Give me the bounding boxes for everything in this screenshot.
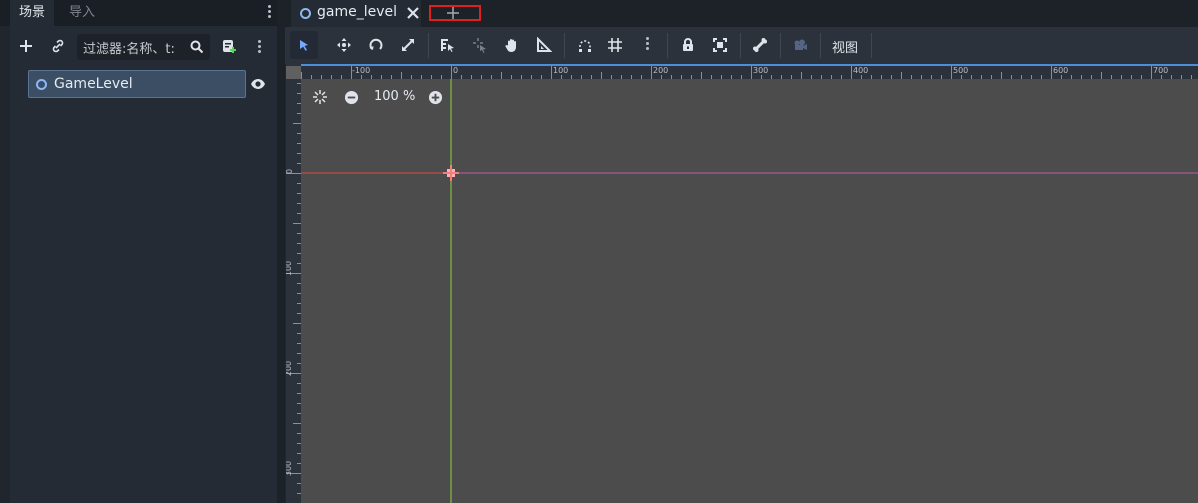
- scale-icon[interactable]: [399, 36, 417, 54]
- canvas-axes: [301, 79, 1198, 503]
- ruler-label: 700: [1153, 66, 1169, 75]
- select-icon[interactable]: [290, 31, 318, 59]
- toolbar-separator: [564, 33, 565, 58]
- ruler-vertical[interactable]: [286, 64, 301, 503]
- move-icon[interactable]: [335, 36, 353, 54]
- close-icon[interactable]: [405, 5, 421, 21]
- lock-icon[interactable]: [679, 36, 697, 54]
- rotate-icon[interactable]: [367, 36, 385, 54]
- ruler-label: 200: [286, 360, 294, 377]
- smart-snap-icon[interactable]: [576, 36, 594, 54]
- ruler-label: 100: [553, 66, 569, 75]
- toolbar-separator: [871, 33, 872, 58]
- ruler-corner: [286, 66, 301, 79]
- tab-label: game_level: [317, 4, 398, 20]
- more-vertical-icon[interactable]: [258, 40, 261, 43]
- camera-icon[interactable]: [791, 36, 809, 54]
- toolbar-separator: [780, 33, 781, 58]
- node2d-circle-icon: [300, 8, 311, 19]
- ruler-label: 0: [286, 169, 294, 174]
- ruler-label: 300: [286, 460, 294, 477]
- more-vertical-icon[interactable]: [646, 37, 649, 40]
- canvas-viewport[interactable]: -100 0 100 200 300 400 500 600 700 0 100…: [286, 64, 1198, 503]
- toolbar-separator: [428, 33, 429, 58]
- dock-tabs: 场景 导入: [0, 0, 277, 26]
- canvas-toolbar: [285, 27, 1198, 64]
- search-icon: [188, 38, 206, 56]
- dock-splitter[interactable]: [277, 0, 285, 503]
- ruler-label: 100: [286, 260, 294, 277]
- ruler-label: 600: [1053, 66, 1069, 75]
- bone-icon[interactable]: [751, 36, 769, 54]
- origin-marker: [443, 165, 459, 181]
- zoom-out-icon[interactable]: [343, 89, 359, 105]
- plus-icon[interactable]: [17, 37, 35, 55]
- eye-icon[interactable]: [250, 76, 266, 92]
- add-scene-tab-button[interactable]: [429, 5, 481, 21]
- attach-script-icon[interactable]: [220, 37, 238, 55]
- list-select-icon[interactable]: [438, 36, 456, 54]
- tab-game-level[interactable]: game_level: [291, 0, 421, 27]
- plus-icon: [447, 7, 459, 19]
- pivot-icon[interactable]: [471, 36, 489, 54]
- ruler-icon[interactable]: [535, 36, 553, 54]
- tree-item-label: GameLevel: [54, 76, 133, 92]
- ruler-label: -100: [352, 66, 371, 75]
- node2d-circle-icon: [36, 79, 47, 90]
- center-view-icon[interactable]: [311, 89, 329, 105]
- dock-menu-icon[interactable]: [268, 5, 271, 8]
- ruler-label: 200: [653, 66, 669, 75]
- filter-input[interactable]: 过滤器:名称、t:: [77, 34, 210, 60]
- zoom-level[interactable]: 100 %: [374, 89, 415, 104]
- toolbar-separator: [820, 33, 821, 58]
- ruler-label: 300: [753, 66, 769, 75]
- view-menu[interactable]: 视图: [832, 37, 858, 56]
- toolbar-separator: [740, 33, 741, 58]
- scene-tree: [10, 66, 277, 503]
- group-icon[interactable]: [711, 36, 729, 54]
- filter-placeholder: 过滤器:名称、t:: [83, 42, 175, 57]
- tab-import[interactable]: 导入: [60, 0, 104, 26]
- ruler-label: 400: [853, 66, 869, 75]
- link-icon[interactable]: [49, 37, 67, 55]
- tab-scene[interactable]: 场景: [10, 0, 55, 26]
- zoom-in-icon[interactable]: [427, 89, 443, 105]
- grid-snap-icon[interactable]: [606, 36, 624, 54]
- scene-dock: 场景 导入 过滤器:名称、t: GameLevel: [0, 0, 277, 503]
- pan-icon[interactable]: [503, 36, 521, 54]
- ruler-label: 0: [453, 66, 459, 75]
- tree-item-gamelevel[interactable]: GameLevel: [28, 70, 246, 98]
- scene-tabs-bar: game_level: [285, 0, 1198, 27]
- toolbar-separator: [667, 33, 668, 58]
- ruler-label: 500: [953, 66, 969, 75]
